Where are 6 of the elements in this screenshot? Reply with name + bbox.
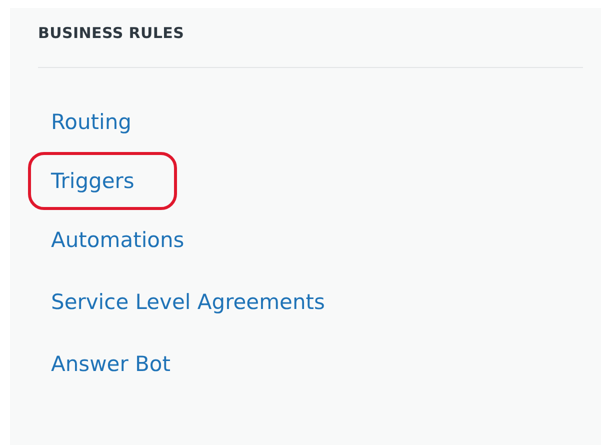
section-heading: BUSINESS RULES <box>38 22 583 68</box>
sidebar-link[interactable]: Triggers <box>28 152 178 210</box>
sidebar-link[interactable]: Routing <box>28 100 149 142</box>
sidebar-link[interactable]: Automations <box>28 218 202 260</box>
sidebar-link[interactable]: Answer Bot <box>28 342 188 384</box>
sidebar-link[interactable]: Service Level Agreements <box>28 280 342 322</box>
